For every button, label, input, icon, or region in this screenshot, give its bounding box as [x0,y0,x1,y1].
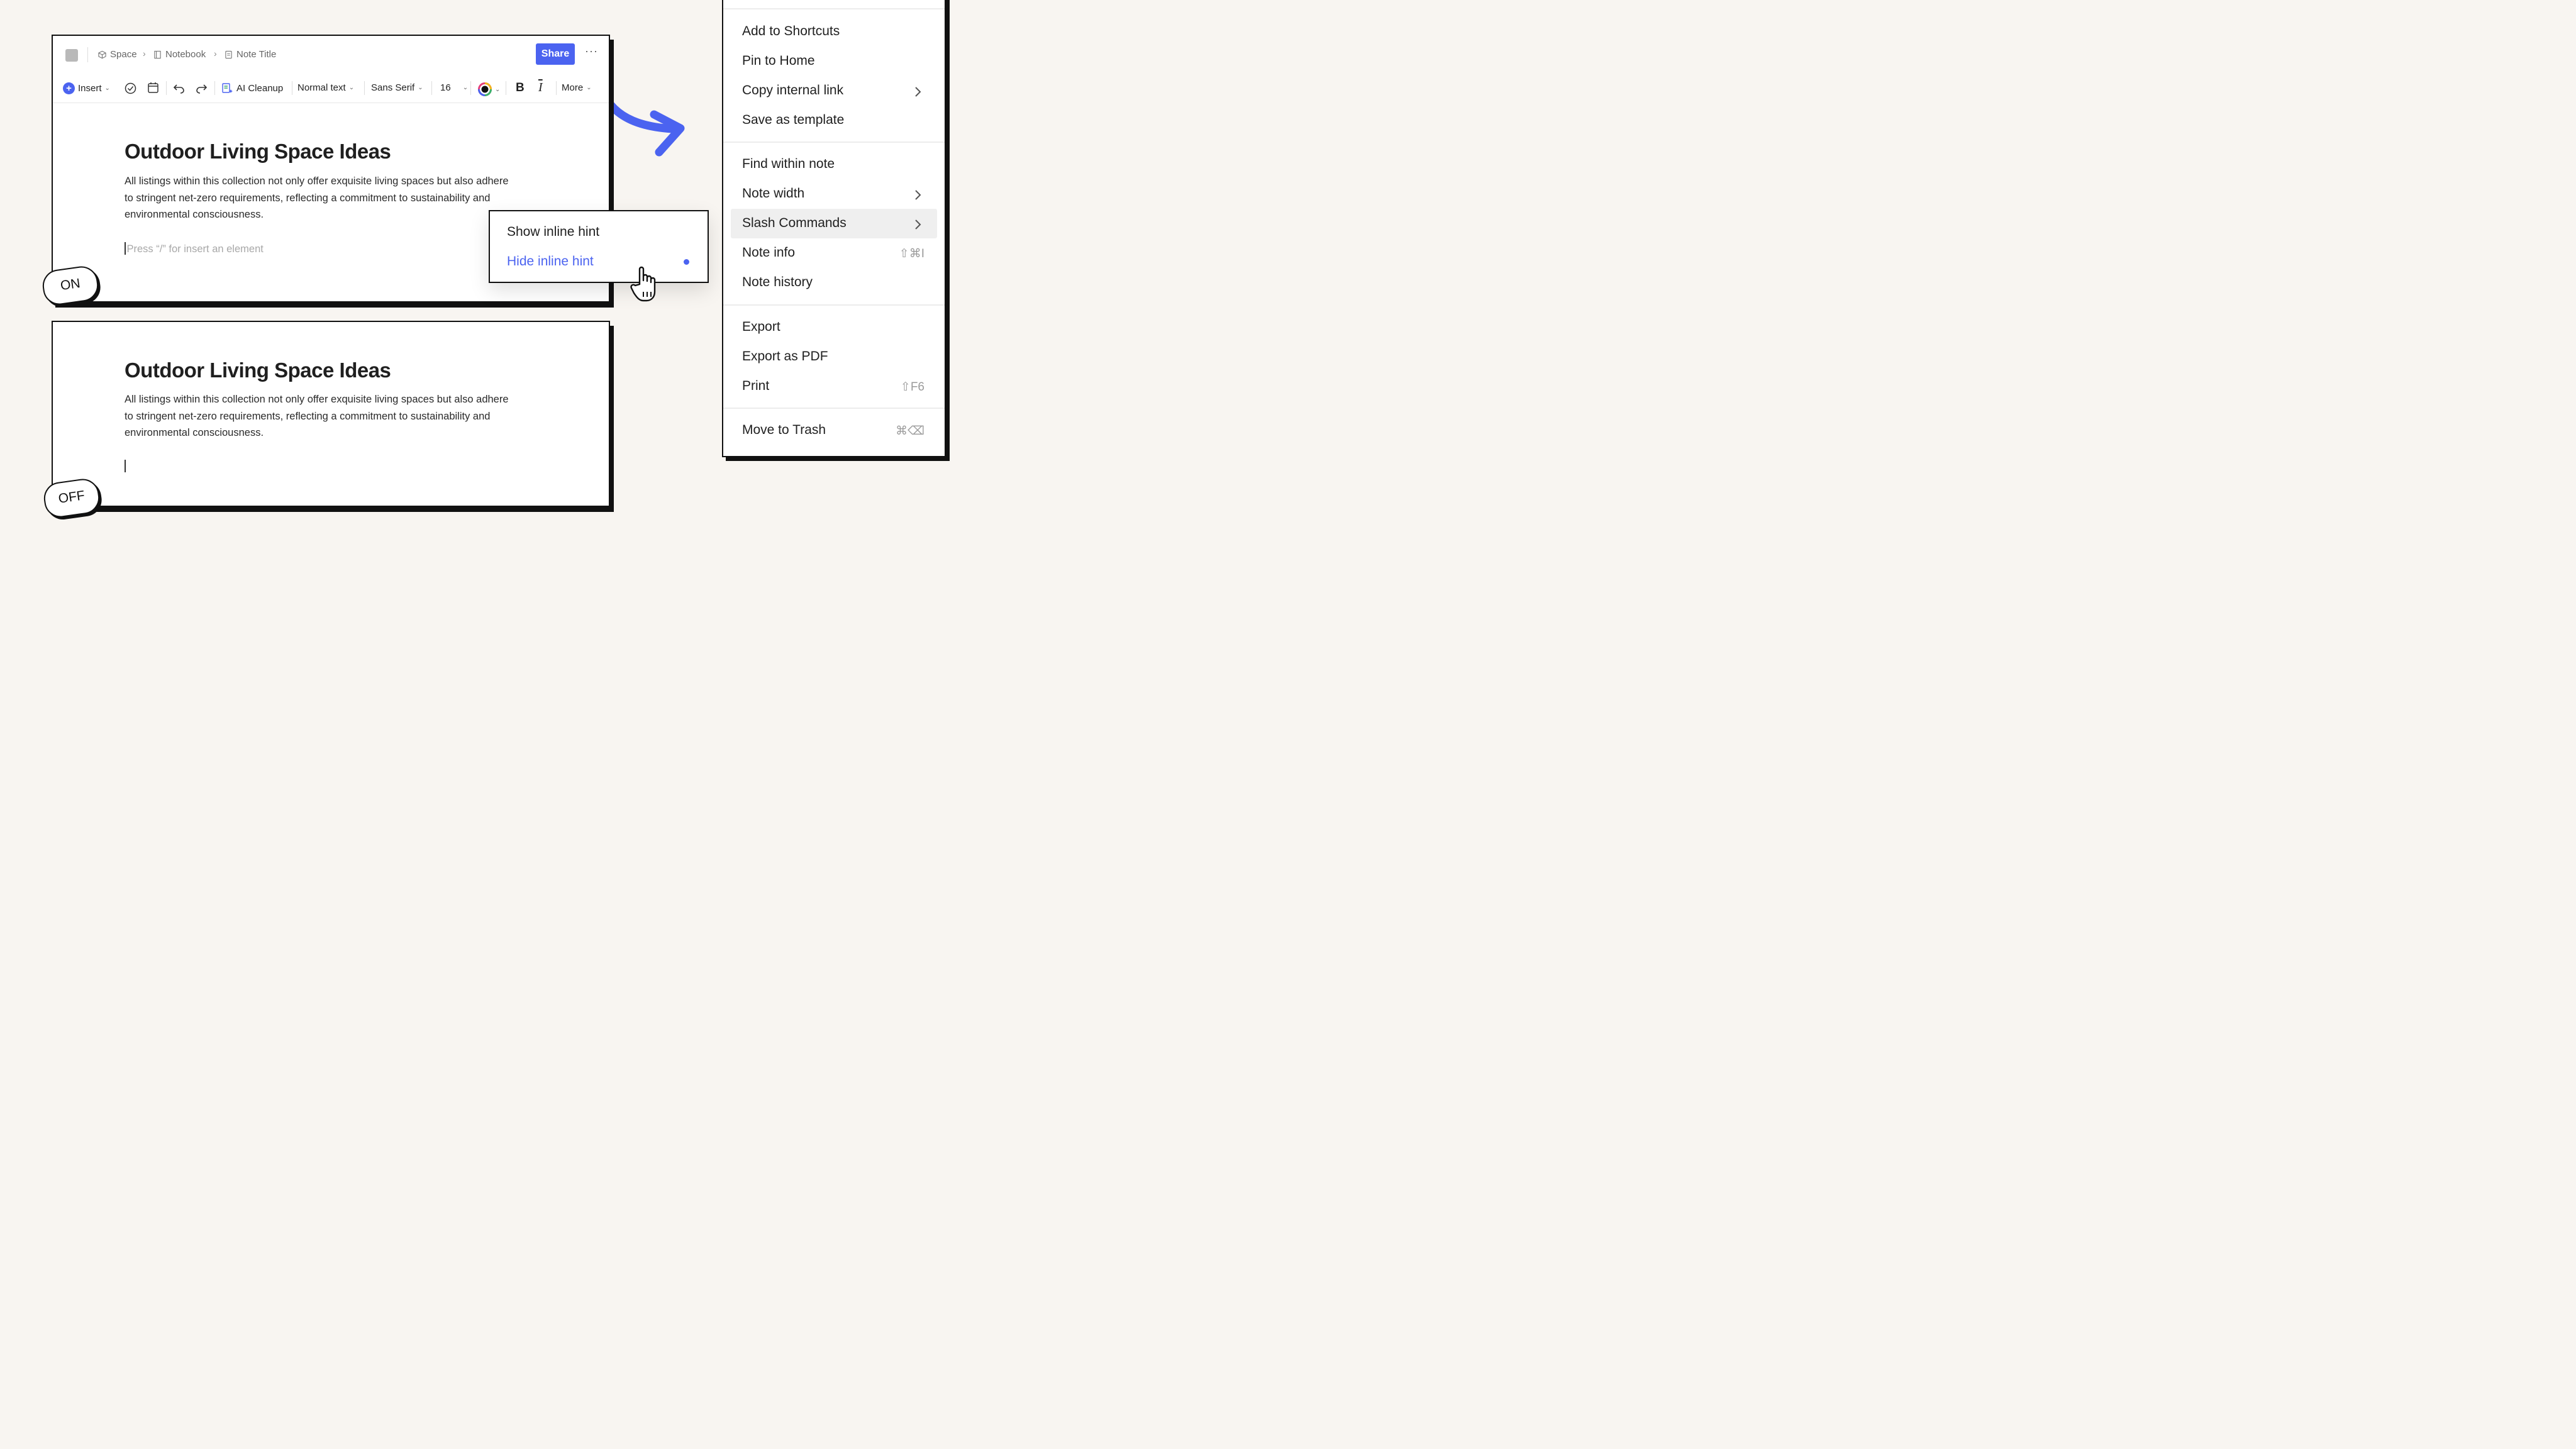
redo-icon[interactable] [195,82,208,94]
text-cursor [125,242,126,255]
chevron-down-icon: ⌄ [104,85,110,92]
note-body[interactable]: All listings within this collection not … [125,391,514,441]
text-style-dropdown[interactable]: Normal text ⌄ [297,82,354,93]
ai-cleanup-button[interactable]: AI Cleanup [221,82,283,94]
menu-item-slash-commands[interactable]: Slash Commands [742,216,847,231]
chevron-down-icon: ⌄ [462,84,469,91]
hide-inline-hint-option[interactable]: Hide inline hint [507,254,594,269]
breadcrumb-chevron-icon: › [214,48,217,58]
inline-hint-menu: Show inline hint Hide inline hint [489,210,709,283]
insert-label: Insert [78,83,102,94]
font-size-label: 16 [440,82,451,93]
menu-item-pin-to-home[interactable]: Pin to Home [742,53,815,69]
note-title[interactable]: Outdoor Living Space Ideas [125,140,391,164]
bold-button[interactable]: B [516,81,525,95]
check-circle-icon[interactable] [125,82,136,94]
chevron-right-icon [915,87,921,97]
chevron-down-icon: ⌄ [495,86,501,93]
more-dropdown[interactable]: More ⌄ [562,82,592,93]
font-label: Sans Serif [371,82,415,93]
chevron-down-icon: ⌄ [586,84,592,91]
calendar-icon[interactable] [147,82,159,94]
hand-pointer-icon [630,266,656,302]
note-title[interactable]: Outdoor Living Space Ideas [125,358,391,382]
menu-item-move-to-trash[interactable]: Move to Trash [742,423,826,438]
formatting-toolbar: + Insert ⌄ AI Cleanup Normal text ⌄ Sans… [53,72,609,103]
insert-button[interactable]: + Insert ⌄ [63,82,110,94]
show-inline-hint-option[interactable]: Show inline hint [507,225,599,240]
move-to-trash-shortcut: ⌘⌫ [896,425,924,438]
more-options-icon[interactable]: ··· [585,45,598,58]
note-info-shortcut: ⇧⌘I [899,247,924,260]
chevron-right-icon [915,190,921,200]
editor-window-off: Outdoor Living Space Ideas All listings … [52,321,610,507]
breadcrumb-chevron-icon: › [143,48,146,58]
ai-cleanup-label: AI Cleanup [236,83,284,94]
expand-icon[interactable] [65,49,78,62]
share-button[interactable]: Share [536,43,575,65]
font-size-dropdown[interactable]: 16 ⌄ [440,82,468,93]
breadcrumb-note-label: Note Title [236,49,277,60]
menu-item-copy-internal-link[interactable]: Copy internal link [742,83,843,98]
menu-item-note-history[interactable]: Note history [742,275,813,290]
plus-icon: + [63,82,75,94]
menu-item-note-width[interactable]: Note width [742,186,804,201]
inline-hint-placeholder: Press “/” for insert an element [126,243,264,255]
menu-item-export-as-pdf[interactable]: Export as PDF [742,349,828,364]
menu-item-add-to-shortcuts[interactable]: Add to Shortcuts [742,24,840,39]
selected-indicator-icon [684,259,689,265]
text-color-picker[interactable]: ⌄ [478,82,500,96]
title-bar: Space › Notebook › Note Title Share ··· [53,36,609,72]
breadcrumb-space[interactable]: Space [98,49,137,60]
menu-item-find-within-note[interactable]: Find within note [742,157,835,172]
breadcrumb-notebook-label: Notebook [165,49,206,60]
print-shortcut: ⇧F6 [900,380,924,394]
chevron-down-icon: ⌄ [418,84,423,91]
note-icon [225,50,232,58]
text-style-label: Normal text [297,82,346,93]
more-label: More [562,82,584,93]
empty-line[interactable] [125,460,127,473]
chevron-down-icon: ⌄ [348,84,355,91]
font-dropdown[interactable]: Sans Serif ⌄ [371,82,423,93]
note-body[interactable]: All listings within this collection not … [125,173,514,223]
color-wheel-icon [478,82,492,96]
italic-button[interactable]: I [538,80,543,95]
text-cursor [125,460,126,472]
breadcrumb-notebook[interactable]: Notebook [153,49,206,60]
note-options-menu: Add to Shortcuts Pin to Home Copy intern… [722,0,946,457]
breadcrumb-space-label: Space [110,49,137,60]
notebook-icon [154,50,161,58]
menu-item-note-info[interactable]: Note info [742,245,795,260]
breadcrumb-note[interactable]: Note Title [225,49,276,60]
menu-item-export[interactable]: Export [742,319,780,335]
menu-item-print[interactable]: Print [742,379,769,394]
undo-icon[interactable] [173,82,186,94]
off-label-badge: OFF [42,477,102,519]
menu-item-save-as-template[interactable]: Save as template [742,113,844,128]
inline-hint-line[interactable]: Press “/” for insert an element [125,242,264,255]
chevron-right-icon [915,219,921,230]
cube-icon [98,50,106,58]
ai-sparkle-icon [222,83,233,93]
